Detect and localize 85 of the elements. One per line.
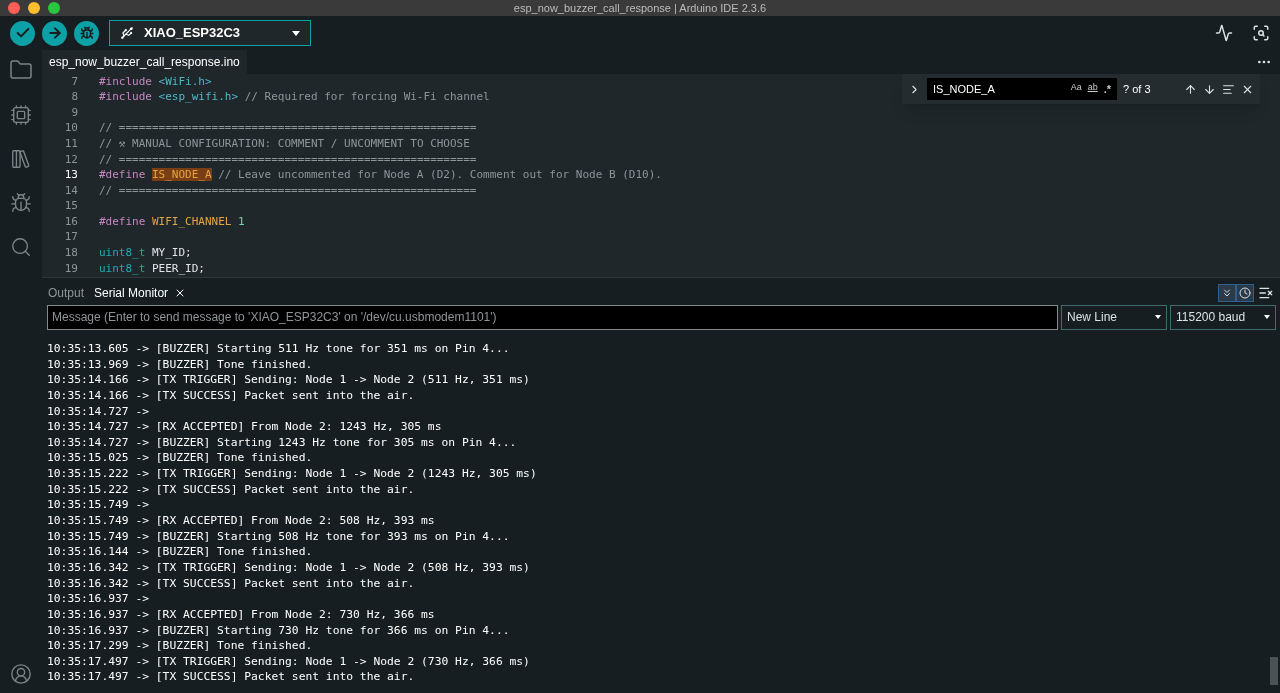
log-line: 10:35:14.166 -> [TX TRIGGER] Sending: Node 1 -> Node 2 (511 Hz, 351 ms)	[47, 373, 530, 387]
log-line: 10:35:16.144 -> [BUZZER] Tone finished.	[47, 545, 313, 559]
log-line: 10:35:16.937 -> [BUZZER] Starting 730 Hz tone for 366 ms on Pin 4...	[47, 623, 510, 637]
upload-button[interactable]	[42, 20, 67, 46]
log-line: 10:35:15.025 -> [BUZZER] Tone finished.	[47, 451, 313, 465]
log-line: 10:35:16.937 -> [RX ACCEPTED] From Node 2: 730 Hz, 366 ms	[47, 607, 435, 621]
zoom-window-button[interactable]	[48, 2, 60, 14]
editor-tab[interactable]: esp_now_buzzer_call_response.ino	[42, 50, 247, 74]
log-line: 10:35:13.605 -> [BUZZER] Starting 511 Hz tone for 351 ms on Pin 4...	[47, 342, 510, 355]
find-field[interactable]: IS_NODE_A Aa ab .*	[927, 78, 1117, 100]
line-number: 9	[70, 104, 78, 121]
log-line: 10:35:17.299 -> [BUZZER] Tone finished.	[47, 639, 313, 653]
board-selector[interactable]: XIAO_ESP32C3	[109, 20, 311, 46]
previous-match-icon[interactable]	[1184, 82, 1197, 96]
library-icon[interactable]	[10, 148, 32, 170]
line-number: 16	[63, 213, 78, 230]
log-line: 10:35:15.749 ->	[47, 498, 150, 512]
arrow-icon	[46, 25, 63, 41]
clear-output-icon[interactable]	[1258, 285, 1274, 301]
caret-icon	[1155, 315, 1161, 319]
close-window-button[interactable]	[8, 2, 20, 14]
window-title: esp_now_buzzer_call_response | Arduino IDE 2.3.6	[513, 1, 767, 15]
line-number: 14	[63, 182, 78, 199]
baud-rate-dropdown[interactable]: 115200 baud	[1170, 304, 1276, 330]
line-number: 10	[63, 120, 78, 137]
timestamp-toggle[interactable]	[1236, 284, 1254, 302]
log-line: 10:35:14.727 -> [RX ACCEPTED] From Node 2: 1243 Hz, 305 ms	[47, 420, 442, 434]
folder-icon[interactable]	[9, 58, 33, 82]
code-line: #define WIFI_CHANNEL 1	[99, 213, 245, 230]
code-line: #include <esp_wifi.h> // Required for forcing Wi-Fi channel	[99, 89, 490, 106]
log-line: 10:35:16.342 -> [TX SUCCESS] Packet sent into the air.	[47, 576, 415, 590]
caret-icon	[1264, 315, 1270, 319]
minimize-window-button[interactable]	[28, 2, 40, 14]
match-count: ? of 3	[1123, 81, 1152, 97]
log-line: 10:35:14.166 -> [TX SUCCESS] Packet sent into the air.	[47, 388, 415, 402]
line-number: 12	[63, 151, 78, 168]
match-case-toggle[interactable]: Aa	[1070, 80, 1082, 98]
line-number: 19	[63, 260, 78, 277]
verify-button[interactable]	[10, 20, 35, 46]
serial-monitor-icon[interactable]	[1252, 24, 1270, 42]
log-line: 10:35:14.727 ->	[47, 404, 150, 418]
regex-toggle[interactable]: .*	[1103, 80, 1111, 98]
log-line: 10:35:17.497 -> [TX SUCCESS] Packet sent into the air.	[47, 670, 415, 684]
find-in-selection-icon[interactable]	[1222, 82, 1235, 96]
line-number: 7	[70, 74, 78, 90]
panel-tab[interactable]: Output	[48, 284, 85, 302]
whole-word-toggle[interactable]: ab	[1087, 80, 1098, 98]
log-line: 10:35:13.969 -> [BUZZER] Tone finished.	[47, 357, 313, 371]
code-line: uint8_t MY_ID;	[99, 245, 192, 262]
log-line: 10:35:15.749 -> [RX ACCEPTED] From Node 2: 508 Hz, 393 ms	[47, 514, 435, 528]
code-line: // ⚒ MANUAL CONFIGURATION: COMMENT / UNCOMMENT TO CHOOSE	[99, 135, 470, 152]
line-number: 13	[63, 167, 78, 184]
next-match-icon[interactable]	[1203, 82, 1216, 96]
board-icon[interactable]	[10, 104, 32, 126]
log-line: 10:35:14.727 -> [BUZZER] Starting 1243 Hz tone for 305 ms on Pin 4...	[47, 435, 517, 449]
debug-button[interactable]	[74, 20, 99, 46]
code-line: #define IS_NODE_A // Leave uncommented for Node A (D2). Comment out for Node B (D10).	[99, 167, 662, 184]
usb-icon	[120, 26, 134, 40]
message-field[interactable]: Message (Enter to send message to 'XIAO_ESP32C3' on '/dev/cu.usbmodem1101')	[47, 304, 1058, 330]
serial-plotter-icon[interactable]	[1215, 24, 1233, 42]
caret-icon	[292, 30, 300, 36]
log-line: 10:35:15.222 -> [TX SUCCESS] Packet sent into the air.	[47, 482, 415, 496]
line-number: 11	[63, 135, 78, 152]
debug-icon	[79, 26, 94, 40]
line-number: 17	[63, 229, 78, 246]
log-line: 10:35:15.749 -> [BUZZER] Starting 508 Hz tone for 393 ms on Pin 4...	[47, 529, 510, 543]
line-number: 18	[63, 245, 78, 262]
log-line: 10:35:17.497 -> [TX TRIGGER] Sending: Node 1 -> Node 2 (730 Hz, 366 ms)	[47, 654, 530, 668]
autoscroll-toggle[interactable]	[1218, 284, 1236, 302]
search-icon[interactable]	[10, 236, 32, 258]
code-line: uint8_t PEER_ID;	[99, 260, 205, 277]
scrollbar-thumb[interactable]	[1270, 657, 1278, 685]
line-ending-dropdown[interactable]: New Line	[1061, 304, 1167, 330]
line-number: 8	[70, 89, 78, 106]
code-line: // ======================================================	[99, 151, 477, 168]
line-number: 15	[63, 198, 78, 215]
debug-icon[interactable]	[10, 192, 32, 214]
panel-tab[interactable]: Serial Monitor	[94, 284, 187, 302]
account-icon[interactable]	[10, 663, 32, 685]
log-line: 10:35:15.222 -> [TX TRIGGER] Sending: Node 1 -> Node 2 (1243 Hz, 305 ms)	[47, 467, 537, 481]
log-line: 10:35:16.342 -> [TX TRIGGER] Sending: Node 1 -> Node 2 (508 Hz, 393 ms)	[47, 560, 530, 574]
log-line: 10:35:16.937 ->	[47, 592, 150, 606]
code-line: #include <WiFi.h>	[99, 74, 212, 90]
code-line: // ======================================================	[99, 120, 477, 137]
code-line: // ======================================================	[99, 182, 477, 199]
